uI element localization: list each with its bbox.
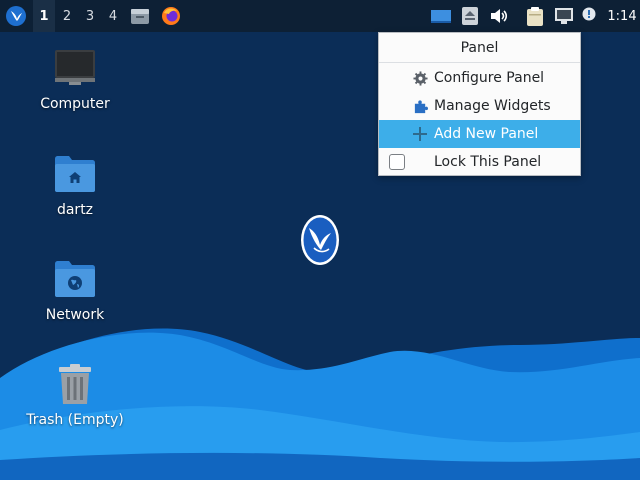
desktop-icon-home[interactable]: dartz bbox=[20, 150, 130, 218]
lubuntu-desktop-logo bbox=[301, 215, 339, 265]
volume-icon bbox=[491, 9, 508, 23]
volume-button[interactable] bbox=[487, 0, 511, 32]
gear-icon bbox=[412, 70, 428, 86]
removable-media-button[interactable] bbox=[459, 0, 481, 32]
eject-icon bbox=[462, 7, 478, 25]
desktop-icon-label: Computer bbox=[40, 96, 110, 112]
desktop-icon-network[interactable]: Network bbox=[20, 255, 130, 323]
menu-item-add-new-panel[interactable]: Add New Panel bbox=[379, 120, 580, 148]
workspace-3[interactable]: 3 bbox=[79, 0, 101, 32]
workspace-4[interactable]: 4 bbox=[102, 0, 124, 32]
desktop-icon-label: Trash (Empty) bbox=[26, 412, 124, 428]
desktop-icon-label: dartz bbox=[56, 202, 94, 218]
workspace-2[interactable]: 2 bbox=[56, 0, 78, 32]
clipboard-button[interactable] bbox=[524, 0, 546, 32]
top-panel: 1 2 3 4 1:14 bbox=[0, 0, 640, 32]
menu-item-manage-widgets[interactable]: Manage Widgets bbox=[379, 92, 580, 120]
desktop-icon-label: Network bbox=[45, 307, 105, 323]
files-icon bbox=[131, 9, 149, 24]
menu-item-configure-panel[interactable]: Configure Panel bbox=[379, 64, 580, 92]
network-icon bbox=[555, 8, 573, 24]
show-desktop-button[interactable] bbox=[429, 0, 453, 32]
desktop-icon-computer[interactable]: Computer bbox=[20, 44, 130, 112]
files-launcher[interactable] bbox=[128, 0, 152, 32]
menu-item-label: Configure Panel bbox=[434, 70, 545, 86]
plus-icon bbox=[412, 126, 428, 142]
lubuntu-logo-icon bbox=[6, 6, 26, 26]
desktop-icon-trash[interactable]: Trash (Empty) bbox=[20, 360, 130, 428]
menu-item-label: Add New Panel bbox=[434, 126, 539, 142]
panel-context-menu: Panel Configure Panel Manage Widgets Add… bbox=[378, 32, 581, 176]
firefox-icon bbox=[162, 7, 180, 25]
trash-icon bbox=[51, 360, 99, 408]
clipboard-icon bbox=[527, 7, 543, 26]
menu-item-lock-this-panel[interactable]: Lock This Panel bbox=[379, 148, 580, 176]
computer-icon bbox=[51, 44, 99, 92]
application-menu-button[interactable] bbox=[3, 0, 29, 32]
menu-item-label: Manage Widgets bbox=[434, 98, 551, 114]
puzzle-icon bbox=[412, 98, 428, 114]
firefox-launcher[interactable] bbox=[159, 0, 183, 32]
lock-panel-checkbox[interactable] bbox=[389, 154, 405, 170]
notifications-button[interactable] bbox=[579, 0, 599, 32]
show-desktop-icon bbox=[431, 10, 451, 23]
menu-item-label: Lock This Panel bbox=[434, 154, 542, 170]
workspace-1[interactable]: 1 bbox=[33, 0, 55, 32]
home-folder-icon bbox=[51, 150, 99, 198]
notifications-icon bbox=[582, 7, 596, 21]
network-button[interactable] bbox=[552, 0, 576, 32]
menu-title: Panel bbox=[379, 33, 580, 63]
panel-clock[interactable]: 1:14 bbox=[604, 0, 640, 32]
network-folder-icon bbox=[51, 255, 99, 303]
